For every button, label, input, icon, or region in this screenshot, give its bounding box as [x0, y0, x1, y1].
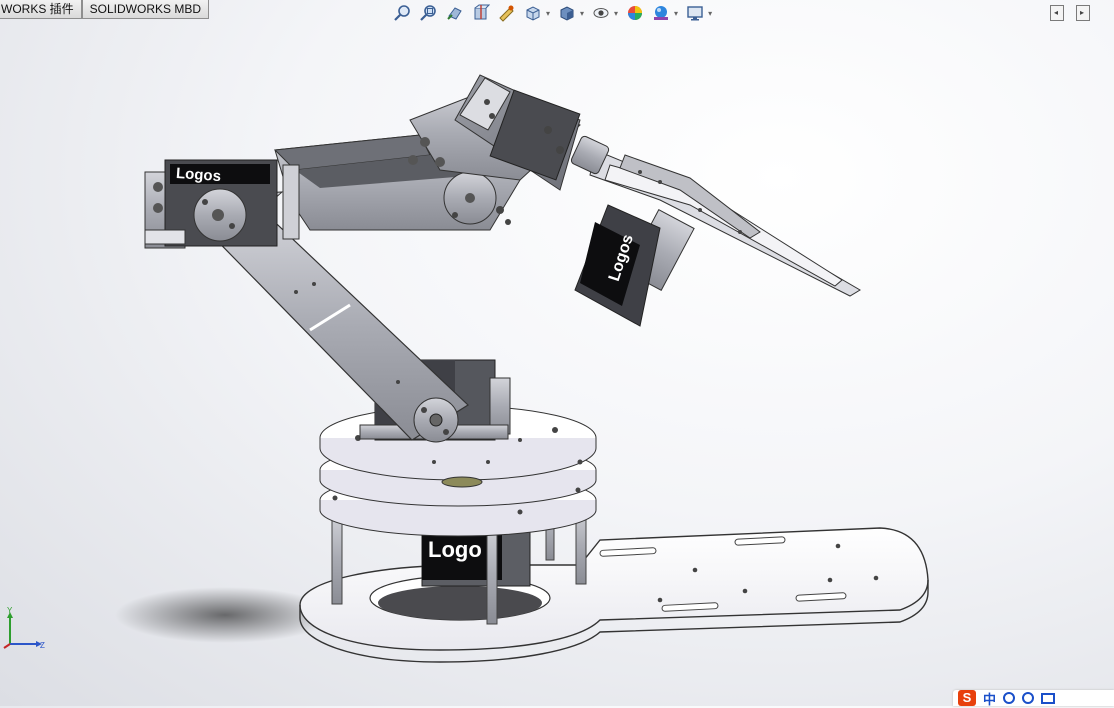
previous-view-icon	[447, 7, 462, 20]
sogou-icon[interactable]: S	[958, 690, 976, 706]
chevron-right-icon: ▸	[1080, 8, 1085, 17]
hide-show-icon	[593, 8, 609, 18]
view-settings-button[interactable]	[684, 2, 706, 24]
display-style-icon	[560, 6, 574, 21]
elbow-servo-logo: Logos	[175, 165, 221, 185]
viewport-window-controls: ◂ ▸	[1050, 5, 1090, 21]
zoom-to-area-button[interactable]	[418, 2, 440, 24]
view-settings-icon	[687, 6, 703, 21]
tab-solidworks-mbd[interactable]: SOLIDWORKS MBD	[81, 0, 210, 19]
previous-view-button[interactable]	[444, 2, 466, 24]
view-orientation-dropdown-icon[interactable]: ▾	[546, 9, 550, 18]
display-style-dropdown-icon[interactable]: ▾	[580, 9, 584, 18]
zoom-area-icon	[420, 5, 436, 21]
ime-emoji-icon[interactable]	[1003, 692, 1016, 704]
chevron-left-icon: ◂	[1054, 8, 1059, 17]
view-orientation-icon	[526, 6, 540, 21]
reference-triad: Y Z	[3, 606, 45, 650]
hide-show-items-button[interactable]	[590, 2, 612, 24]
view-settings-dropdown-icon[interactable]: ▾	[708, 9, 712, 18]
hide-show-dropdown-icon[interactable]: ▾	[614, 9, 618, 18]
view-orientation-button[interactable]	[522, 2, 544, 24]
apply-scene-button[interactable]	[650, 2, 672, 24]
tab-solidworks-addins[interactable]: WORKS 插件	[0, 0, 82, 19]
display-style-button[interactable]	[556, 2, 578, 24]
heads-up-view-toolbar: ▾ ▾ ▾ ▾ ▾	[392, 2, 718, 24]
apply-scene-icon	[654, 6, 669, 20]
section-view-icon	[474, 4, 490, 20]
input-method-bar[interactable]: S 中	[953, 689, 1114, 708]
graphics-area[interactable]: Logo Logos Logos	[0, 0, 1114, 706]
triad-y-label: Y	[7, 606, 13, 615]
edit-appearance-icon	[628, 6, 643, 20]
apply-scene-dropdown-icon[interactable]: ▾	[674, 9, 678, 18]
ime-voice-icon[interactable]	[1022, 692, 1035, 704]
dynamic-annotation-button[interactable]	[496, 2, 518, 24]
zoom-to-fit-button[interactable]	[392, 2, 414, 24]
triad-z-label: Z	[40, 641, 45, 650]
zoom-to-fit-icon	[394, 5, 410, 21]
gripper-servo[interactable]: Logos	[574, 204, 695, 327]
section-view-button[interactable]	[470, 2, 492, 24]
ime-language[interactable]: 中	[983, 689, 996, 708]
base-plate[interactable]	[299, 527, 929, 663]
elbow-servo[interactable]: Logos	[144, 159, 278, 249]
dynamic-annotation-icon	[499, 5, 514, 22]
base-servo-logo: Logo	[428, 537, 482, 562]
collapse-left-button[interactable]: ◂	[1050, 5, 1064, 21]
collapse-right-button[interactable]: ▸	[1076, 5, 1090, 21]
ime-keyboard-icon[interactable]	[1041, 692, 1056, 704]
command-manager-tabs: WORKS 插件 SOLIDWORKS MBD	[0, 0, 210, 19]
edit-appearance-button[interactable]	[624, 2, 646, 24]
